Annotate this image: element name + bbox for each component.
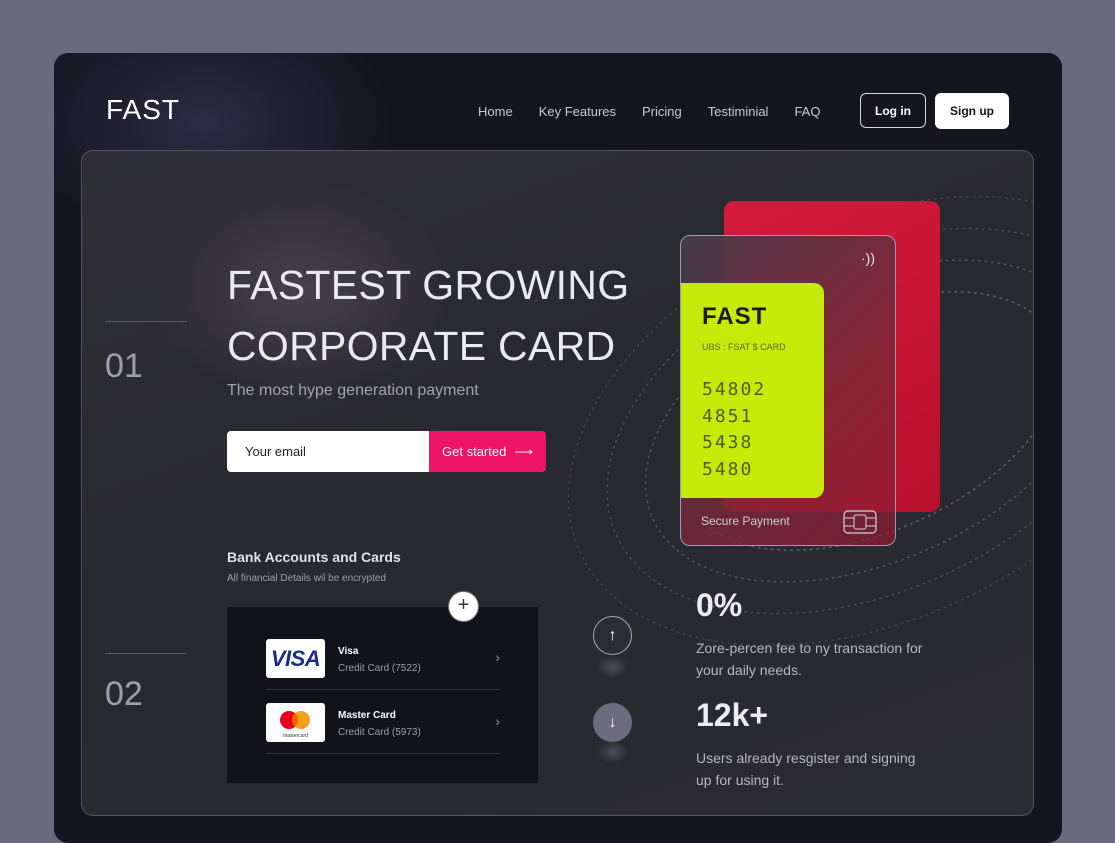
arrow-up-icon[interactable]: ↑ bbox=[593, 616, 632, 655]
step-number: 01 bbox=[105, 347, 143, 385]
step-divider bbox=[105, 321, 187, 322]
nav-home[interactable]: Home bbox=[478, 104, 513, 119]
account-detail: Credit Card (7522) bbox=[338, 663, 421, 674]
hero-subtitle: The most hype generation payment bbox=[227, 382, 479, 399]
login-button[interactable]: Log in bbox=[860, 93, 926, 128]
stat-description: Users already resgister and signing up f… bbox=[696, 750, 916, 788]
card-number: 54802 4851 5438 5480 bbox=[702, 377, 766, 483]
card-footer-label: Secure Payment bbox=[701, 514, 790, 528]
step-number: 02 bbox=[105, 675, 143, 713]
nav-testimonial[interactable]: Testiminial bbox=[708, 104, 769, 119]
account-detail: Credit Card (5973) bbox=[338, 727, 421, 738]
arrow-down-icon[interactable]: ↓ bbox=[593, 703, 632, 742]
nav-key-features[interactable]: Key Features bbox=[539, 104, 616, 119]
contactless-icon: ·)) bbox=[861, 250, 875, 266]
mastercard-logo: mastercard bbox=[266, 703, 325, 742]
bank-section-subtitle: All financial Details wil be encrypted bbox=[227, 573, 386, 584]
stat-description: Zore-percen fee to ny transaction for yo… bbox=[696, 640, 923, 678]
hero-title-line-1: FASTEST GROWING bbox=[227, 262, 630, 308]
get-started-button[interactable]: Get started ⟶ bbox=[429, 431, 546, 472]
lime-card: FAST UBS : FSAT $ CARD 54802 4851 5438 5… bbox=[681, 283, 824, 498]
mastercard-logo-text: mastercard bbox=[283, 733, 308, 739]
chip-icon bbox=[843, 510, 877, 534]
step-divider bbox=[105, 653, 187, 654]
card-number-group: 5438 bbox=[702, 432, 754, 453]
button-shadow bbox=[597, 656, 628, 678]
card-number-group: 4851 bbox=[702, 405, 754, 427]
visa-logo: VISA bbox=[266, 639, 325, 678]
hero-title: FASTEST GROWING CORPORATE CARD bbox=[227, 255, 647, 377]
card-number-group: 54802 bbox=[702, 379, 767, 400]
plus-icon[interactable]: + bbox=[449, 592, 478, 621]
account-row-mastercard[interactable]: mastercard Master Card Credit Card (5973… bbox=[266, 689, 500, 754]
account-name: Master Card bbox=[338, 710, 396, 721]
email-input[interactable] bbox=[227, 431, 429, 472]
hero-panel: 01 FASTEST GROWING CORPORATE CARD The mo… bbox=[81, 150, 1034, 816]
get-started-label: Get started bbox=[442, 444, 507, 459]
arrow-right-icon: ⟶ bbox=[514, 443, 533, 459]
hero-title-line-2: CORPORATE CARD bbox=[227, 323, 616, 369]
signup-button[interactable]: Sign up bbox=[935, 93, 1009, 129]
button-shadow bbox=[597, 741, 628, 763]
bank-section-title: Bank Accounts and Cards bbox=[227, 549, 401, 565]
chevron-right-icon[interactable]: › bbox=[495, 649, 500, 665]
accounts-list: VISA Visa Credit Card (7522) › mastercar… bbox=[227, 607, 538, 783]
mastercard-icon: mastercard bbox=[280, 711, 310, 739]
glass-card: ·)) FAST UBS : FSAT $ CARD 54802 4851 54… bbox=[680, 235, 896, 546]
nav-pricing[interactable]: Pricing bbox=[642, 104, 682, 119]
brand-logo[interactable]: FAST bbox=[106, 94, 180, 126]
app-window: FAST Home Key Features Pricing Testimini… bbox=[54, 53, 1062, 843]
card-number-group: 5480 bbox=[702, 458, 754, 480]
account-name: Visa bbox=[338, 646, 359, 657]
visa-logo-text: VISA bbox=[270, 645, 321, 671]
stat-value: 12k+ bbox=[696, 697, 769, 733]
stat-value: 0% bbox=[696, 587, 743, 623]
main-nav: Home Key Features Pricing Testiminial FA… bbox=[478, 104, 846, 119]
card-subtitle: UBS : FSAT $ CARD bbox=[702, 342, 786, 352]
chevron-right-icon[interactable]: › bbox=[495, 713, 500, 729]
card-brand: FAST bbox=[702, 303, 768, 330]
account-row-visa[interactable]: VISA Visa Credit Card (7522) › bbox=[266, 625, 500, 690]
nav-faq[interactable]: FAQ bbox=[794, 104, 820, 119]
